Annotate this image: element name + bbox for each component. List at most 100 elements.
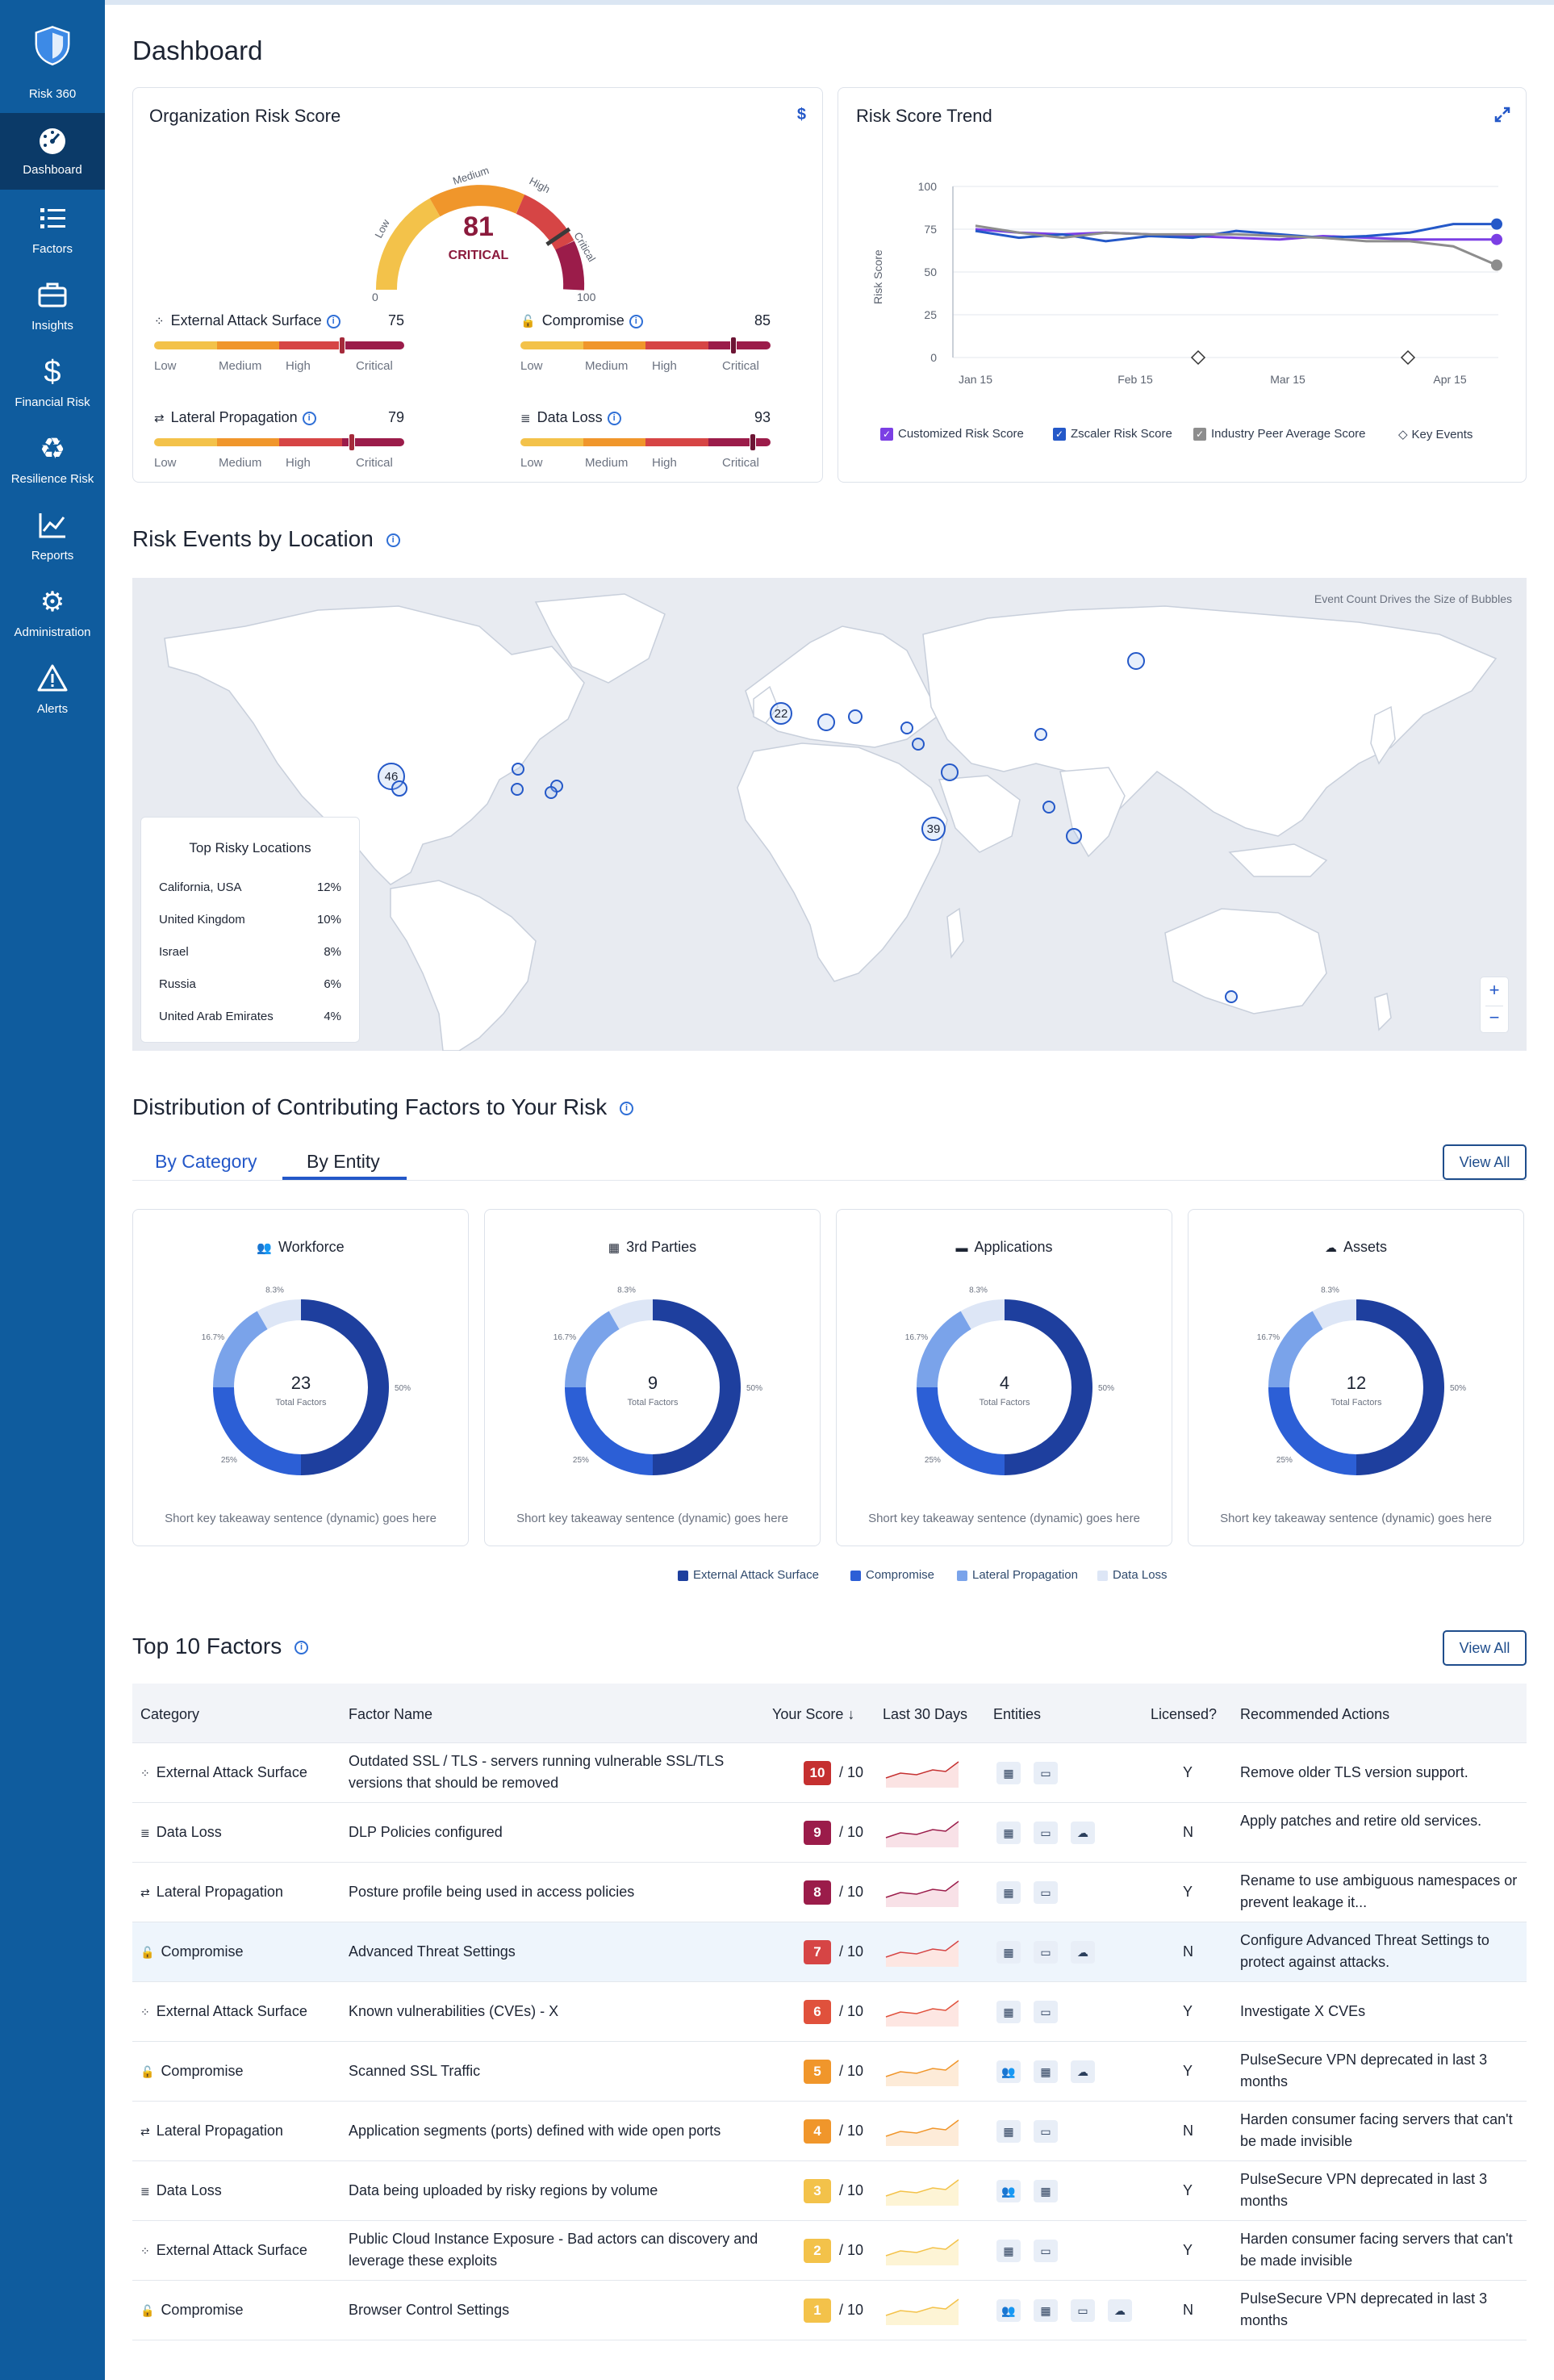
- series-end-point[interactable]: [1491, 218, 1502, 230]
- entity-card[interactable]: ▦ 3rd Parties 50% 25% 16.7% 8.3% 9 Total Factor…: [484, 1209, 821, 1546]
- grid-icon[interactable]: ▦: [996, 1822, 1021, 1844]
- location-bubble[interactable]: [900, 722, 913, 734]
- sidebar-logo[interactable]: Risk 360: [0, 0, 105, 101]
- legend-item[interactable]: Data Loss: [1097, 1568, 1168, 1582]
- window-icon[interactable]: ▭: [1034, 1762, 1058, 1784]
- recommended-action[interactable]: Investigate X CVEs: [1240, 2001, 1523, 2022]
- series-end-point[interactable]: [1491, 233, 1502, 245]
- donut-slice[interactable]: [960, 1299, 1005, 1330]
- window-icon[interactable]: ▭: [1034, 1941, 1058, 1964]
- header-recommended-actions[interactable]: Recommended Actions: [1240, 1706, 1389, 1723]
- location-bubble[interactable]: [1066, 828, 1082, 844]
- table-row[interactable]: ⁘ External Attack Surface Public Cloud Ins…: [132, 2221, 1527, 2281]
- location-bubble[interactable]: [941, 763, 959, 781]
- legend-item[interactable]: ◇ Key Events: [1398, 427, 1473, 441]
- donut-slice[interactable]: [917, 1311, 972, 1388]
- table-row[interactable]: ⇄ Lateral Propagation Posture profile bein…: [132, 1863, 1527, 1922]
- factor-name[interactable]: Outdated SSL / TLS - servers running vul…: [349, 1750, 768, 1794]
- cloud-icon[interactable]: ☁: [1071, 1822, 1095, 1844]
- grid-icon[interactable]: ▦: [996, 2240, 1021, 2262]
- window-icon[interactable]: ▭: [1034, 2001, 1058, 2023]
- view-all-button[interactable]: View All: [1443, 1144, 1527, 1180]
- donut-slice[interactable]: [1312, 1299, 1357, 1330]
- location-bubble[interactable]: [1034, 728, 1047, 741]
- table-row[interactable]: 🔓 Compromise Scanned SSL Traffic 5 / 10 👥 ▦ ☁ Y P…: [132, 2042, 1527, 2102]
- cloud-icon[interactable]: ☁: [1108, 2299, 1132, 2322]
- factor-name[interactable]: Scanned SSL Traffic: [349, 2060, 768, 2082]
- info-icon[interactable]: i: [629, 314, 643, 328]
- expand-icon[interactable]: [1493, 106, 1511, 123]
- table-row[interactable]: ⁘ External Attack Surface Known vulnerabil…: [132, 1982, 1527, 2042]
- factor-name[interactable]: Application segments (ports) defined wit…: [349, 2120, 768, 2142]
- sidebar-item-resilience-risk[interactable]: ♻ Resilience Risk: [0, 420, 105, 497]
- zoom-in-button[interactable]: +: [1481, 980, 1508, 1001]
- header-last-30-days[interactable]: Last 30 Days: [883, 1706, 967, 1723]
- window-icon[interactable]: ▭: [1034, 1881, 1058, 1904]
- legend-item[interactable]: ✓ Customized Risk Score: [880, 427, 1024, 441]
- financial-toggle-icon[interactable]: $: [797, 106, 806, 124]
- legend-item[interactable]: Compromise: [850, 1568, 934, 1582]
- entity-card[interactable]: 👥 Workforce 50% 25% 16.7% 8.3% 23 Total Factors…: [132, 1209, 469, 1546]
- grid-icon[interactable]: ▦: [996, 2120, 1021, 2143]
- factor-name[interactable]: Known vulnerabilities (CVEs) - X: [349, 2001, 768, 2022]
- series-end-point[interactable]: [1491, 259, 1502, 271]
- recommended-action[interactable]: PulseSecure VPN deprecated in last 3 mon…: [1240, 2169, 1523, 2212]
- grid-icon[interactable]: ▦: [996, 1762, 1021, 1784]
- legend-item[interactable]: ✓ Industry Peer Average Score: [1193, 427, 1366, 441]
- recommended-action[interactable]: Harden consumer facing servers that can'…: [1240, 2228, 1523, 2272]
- header-factor-name[interactable]: Factor Name: [349, 1706, 432, 1723]
- factor-name[interactable]: Browser Control Settings: [349, 2299, 768, 2321]
- legend-item[interactable]: Lateral Propagation: [957, 1568, 1078, 1582]
- grid-icon[interactable]: ▦: [1034, 2180, 1058, 2202]
- recommended-action[interactable]: Harden consumer facing servers that can'…: [1240, 2109, 1523, 2152]
- donut-slice[interactable]: [1004, 1299, 1092, 1475]
- entity-card[interactable]: ☁ Assets 50% 25% 16.7% 8.3% 12 Total Factors Sho…: [1188, 1209, 1524, 1546]
- location-bubble[interactable]: [912, 738, 925, 751]
- header-category[interactable]: Category: [140, 1706, 199, 1723]
- sidebar-item-financial-risk[interactable]: $ Financial Risk: [0, 344, 105, 420]
- location-bubble[interactable]: [511, 783, 524, 796]
- location-bubble[interactable]: [1042, 801, 1055, 814]
- table-row[interactable]: ≣ Data Loss DLP Policies configured 9 / 10 ▦ ▭…: [132, 1803, 1527, 1863]
- grid-icon[interactable]: ▦: [996, 1941, 1021, 1964]
- location-bubble[interactable]: [848, 709, 863, 724]
- header-your-score[interactable]: Your Score ↓: [772, 1706, 854, 1723]
- recommended-action[interactable]: PulseSecure VPN deprecated in last 3 mon…: [1240, 2049, 1523, 2093]
- info-icon[interactable]: i: [620, 1102, 634, 1116]
- users-icon[interactable]: 👥: [996, 2060, 1021, 2083]
- sidebar-item-dashboard[interactable]: Dashboard: [0, 113, 105, 190]
- users-icon[interactable]: 👥: [996, 2299, 1021, 2322]
- recommended-action[interactable]: Configure Advanced Threat Settings to pr…: [1240, 1930, 1523, 1973]
- info-icon[interactable]: i: [607, 411, 621, 425]
- grid-icon[interactable]: ▦: [1034, 2060, 1058, 2083]
- factor-name[interactable]: Data being uploaded by risky regions by …: [349, 2180, 768, 2202]
- donut-slice[interactable]: [652, 1299, 741, 1475]
- users-icon[interactable]: 👥: [996, 2180, 1021, 2202]
- table-row[interactable]: 🔓 Compromise Advanced Threat Settings 7 / 10…: [132, 1922, 1527, 1982]
- location-bubble[interactable]: [545, 786, 558, 799]
- info-icon[interactable]: i: [294, 1641, 308, 1655]
- donut-slice[interactable]: [1356, 1299, 1444, 1475]
- recommended-action[interactable]: PulseSecure VPN deprecated in last 3 mon…: [1240, 2288, 1523, 2332]
- sidebar-item-alerts[interactable]: Alerts: [0, 650, 105, 727]
- recommended-action[interactable]: Remove older TLS version support.: [1240, 1762, 1523, 1784]
- location-bubble[interactable]: [817, 713, 835, 731]
- recommended-action[interactable]: Apply patches and retire old services.: [1240, 1810, 1523, 1832]
- world-map[interactable]: Event Count Drives the Size of Bubbles 2…: [132, 578, 1527, 1051]
- donut-slice[interactable]: [213, 1311, 269, 1388]
- tab-by-category[interactable]: By Category: [155, 1151, 257, 1173]
- factor-name[interactable]: Advanced Threat Settings: [349, 1941, 768, 1963]
- donut-slice[interactable]: [608, 1299, 654, 1330]
- table-row[interactable]: ⁘ External Attack Surface Outdated SSL / T…: [132, 1743, 1527, 1803]
- donut-slice[interactable]: [565, 1311, 620, 1388]
- info-icon[interactable]: i: [302, 411, 316, 425]
- window-icon[interactable]: ▭: [1034, 2240, 1058, 2262]
- factor-name[interactable]: Public Cloud Instance Exposure - Bad act…: [349, 2228, 768, 2272]
- info-icon[interactable]: i: [386, 533, 400, 548]
- table-row[interactable]: ⇄ Lateral Propagation Application segments…: [132, 2102, 1527, 2161]
- window-icon[interactable]: ▭: [1071, 2299, 1095, 2322]
- factor-name[interactable]: Posture profile being used in access pol…: [349, 1881, 768, 1903]
- donut-slice[interactable]: [300, 1299, 389, 1475]
- donut-slice[interactable]: [257, 1299, 302, 1330]
- location-bubble[interactable]: [512, 763, 524, 776]
